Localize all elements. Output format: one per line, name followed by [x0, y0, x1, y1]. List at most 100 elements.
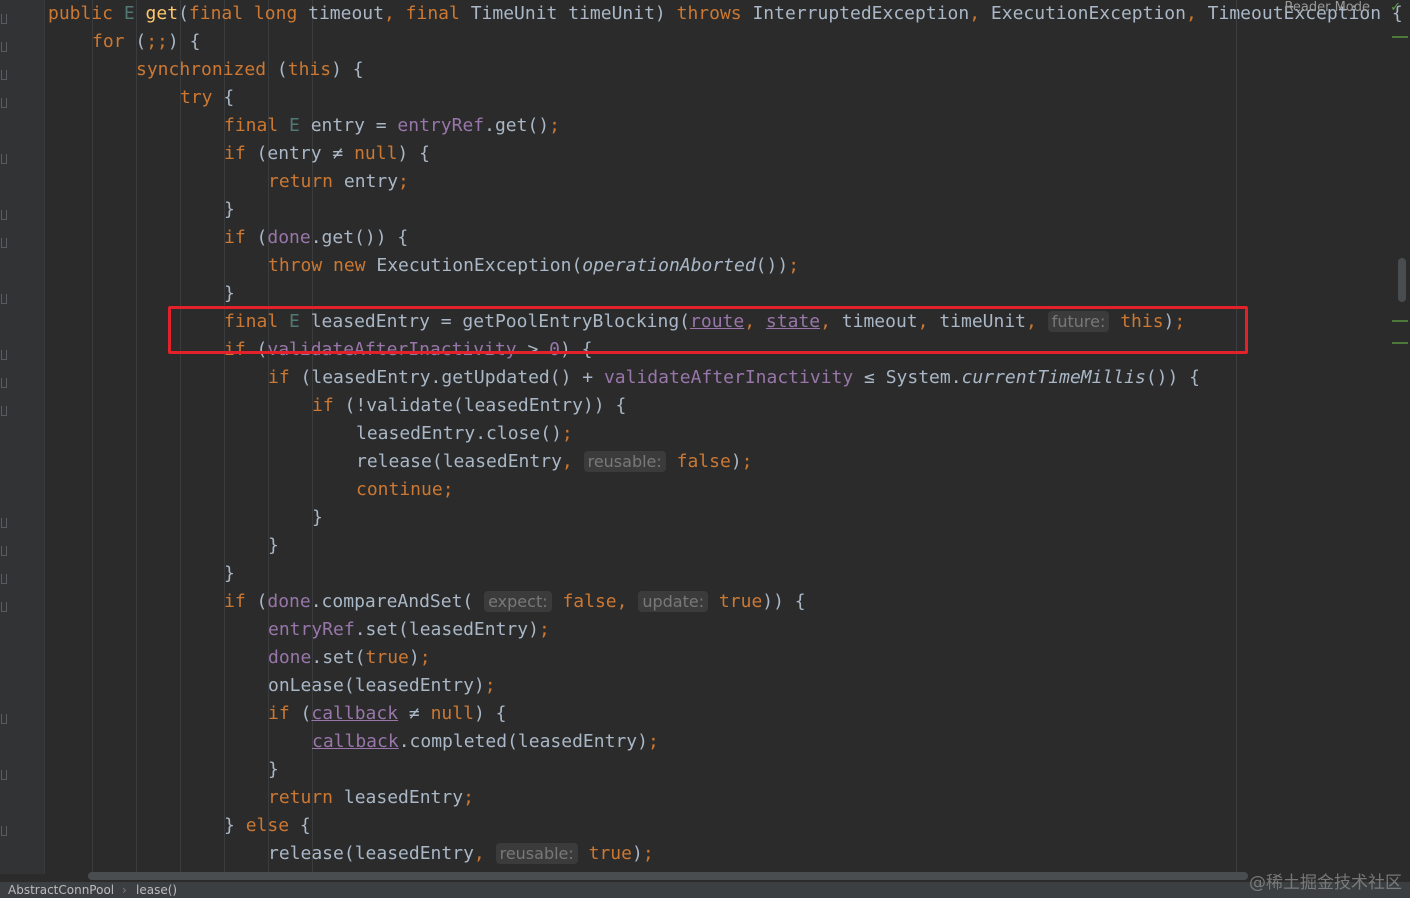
code-token: }	[268, 759, 279, 780]
code-line[interactable]: if (!validate(leasedEntry)) {	[312, 392, 626, 420]
code-token: try	[180, 87, 224, 108]
code-line[interactable]: } else {	[224, 812, 311, 840]
highlight-annotation-box	[168, 306, 1248, 354]
code-token: (	[276, 59, 288, 80]
change-marker[interactable]	[1392, 342, 1408, 344]
vertical-scrollbar[interactable]	[1398, 258, 1406, 302]
fold-marker-icon[interactable]	[1, 770, 7, 780]
code-token: null	[354, 143, 398, 164]
fold-marker-icon[interactable]	[1, 602, 7, 612]
code-line[interactable]: }	[224, 280, 235, 308]
parameter-hint: reusable:	[583, 451, 666, 472]
change-marker[interactable]	[1392, 320, 1408, 322]
code-token: ,	[473, 843, 496, 864]
code-token: continue;	[356, 479, 454, 500]
breadcrumb-class[interactable]: AbstractConnPool	[8, 882, 114, 898]
inspection-ok-icon[interactable]: ✓	[1390, 0, 1401, 15]
code-line[interactable]: leasedEntry.close();	[356, 420, 573, 448]
code-token: ;;	[146, 31, 168, 52]
code-token: (leasedEntry.getUpdated() +	[300, 367, 604, 388]
code-line[interactable]: }	[268, 756, 279, 784]
code-token: ) {	[397, 143, 430, 164]
code-token: }	[224, 563, 235, 584]
code-token: (	[135, 31, 147, 52]
code-token: leasedEntry	[343, 787, 464, 808]
code-token: entry =	[310, 115, 398, 136]
code-token: ())	[755, 255, 789, 276]
code-token: true	[577, 843, 632, 864]
fold-marker-icon[interactable]	[1, 154, 7, 164]
code-token: true	[708, 591, 763, 612]
reader-mode-toggle[interactable]: Reader Mode	[1284, 0, 1370, 15]
code-line[interactable]: done.set(true);	[268, 644, 431, 672]
code-line[interactable]: return leasedEntry;	[268, 784, 474, 812]
code-line[interactable]: synchronized (this) {	[136, 56, 364, 84]
code-line[interactable]: if (done.get()) {	[224, 224, 408, 252]
code-line[interactable]: }	[312, 504, 323, 532]
fold-marker-icon[interactable]	[1, 826, 7, 836]
code-token: if	[312, 395, 345, 416]
code-token: (	[300, 703, 312, 724]
code-token: null	[430, 703, 474, 724]
code-token: final	[405, 3, 471, 24]
code-token: entryRef	[268, 619, 355, 640]
fold-marker-icon[interactable]	[1, 70, 7, 80]
code-token: this	[287, 59, 332, 80]
code-token: }	[312, 507, 323, 528]
line-gutter	[0, 0, 45, 874]
code-line[interactable]: onLease(leasedEntry);	[268, 672, 496, 700]
code-token: }	[268, 535, 279, 556]
code-line[interactable]: }	[224, 560, 235, 588]
code-line[interactable]: if (callback ≠ null) {	[268, 700, 506, 728]
code-token: .get()) {	[310, 227, 409, 248]
change-marker[interactable]	[1392, 36, 1408, 38]
fold-marker-icon[interactable]	[1, 98, 7, 108]
code-token: synchronized	[136, 59, 277, 80]
right-margin-guide	[1236, 0, 1237, 874]
fold-marker-icon[interactable]	[1, 714, 7, 724]
code-token: E	[123, 3, 146, 24]
code-line[interactable]: if (entry ≠ null) {	[224, 140, 430, 168]
code-line[interactable]: for (;;) {	[92, 28, 200, 56]
fold-marker-icon[interactable]	[1, 294, 7, 304]
code-line[interactable]: if (done.compareAndSet( expect: false, u…	[224, 588, 806, 616]
fold-marker-icon[interactable]	[1, 42, 7, 52]
code-token: )) {	[762, 591, 806, 612]
code-token: return	[268, 787, 344, 808]
fold-marker-icon[interactable]	[1, 238, 7, 248]
code-line[interactable]: release(leasedEntry, reusable: false);	[356, 448, 753, 476]
fold-marker-icon[interactable]	[1, 350, 7, 360]
fold-marker-icon[interactable]	[1, 406, 7, 416]
code-line[interactable]: throw new ExecutionException(operationAb…	[268, 252, 799, 280]
fold-marker-icon[interactable]	[1, 210, 7, 220]
fold-marker-icon[interactable]	[1, 378, 7, 388]
code-line[interactable]: }	[268, 532, 279, 560]
code-line[interactable]: entryRef.set(leasedEntry);	[268, 616, 550, 644]
code-line[interactable]: public E get(final long timeout, final T…	[48, 0, 1403, 28]
code-line[interactable]: }	[224, 196, 235, 224]
code-line[interactable]: try {	[180, 84, 234, 112]
horizontal-scrollbar[interactable]	[88, 872, 1248, 880]
code-token: ()) {	[1145, 367, 1200, 388]
fold-marker-icon[interactable]	[1, 518, 7, 528]
code-line[interactable]: final E entry = entryRef.get();	[224, 112, 560, 140]
fold-marker-icon[interactable]	[1, 546, 7, 556]
code-line[interactable]: callback.completed(leasedEntry);	[312, 728, 659, 756]
code-line[interactable]: release(leasedEntry, reusable: true);	[268, 840, 654, 868]
code-token: ExecutionException	[990, 3, 1186, 24]
code-token: (!validate(leasedEntry)) {	[344, 395, 627, 416]
breadcrumb-method[interactable]: lease()	[136, 882, 177, 898]
code-token: ,	[969, 3, 991, 24]
code-line[interactable]: return entry;	[268, 168, 409, 196]
code-line[interactable]: continue;	[356, 476, 454, 504]
code-token: ,	[383, 3, 406, 24]
indent-guide	[92, 0, 93, 874]
fold-marker-icon[interactable]	[1, 14, 7, 24]
code-token: ) {	[473, 703, 507, 724]
fold-marker-icon[interactable]	[1, 574, 7, 584]
code-token: ;	[463, 787, 474, 808]
code-token: callback	[312, 731, 399, 752]
code-token: false	[665, 451, 731, 472]
code-line[interactable]: if (leasedEntry.getUpdated() + validateA…	[268, 364, 1200, 392]
code-editor[interactable]: @Overridepublic E get(final long timeout…	[48, 0, 1410, 874]
